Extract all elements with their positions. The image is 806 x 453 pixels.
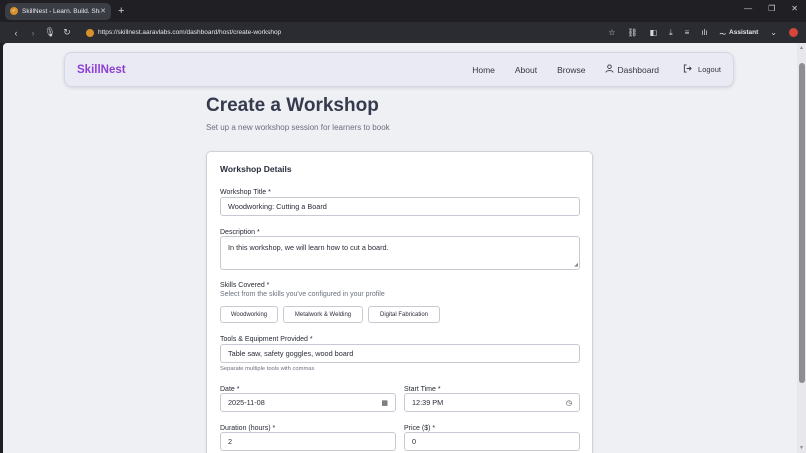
description-label: Description * xyxy=(220,229,260,236)
download-icon[interactable]: ⤓ xyxy=(669,28,673,38)
page-viewport: SkillNest Home About Browse Dashboard Lo… xyxy=(3,43,797,453)
new-tab-icon[interactable]: + xyxy=(118,5,124,17)
workshop-title-input[interactable]: Woodworking: Cutting a Board xyxy=(220,197,580,216)
start-time-input[interactable]: 12:39 PM ◷ xyxy=(404,393,580,412)
skill-chip-metalwork[interactable]: Metalwork & Welding xyxy=(283,306,363,323)
scroll-up-icon[interactable]: ▲ xyxy=(799,45,804,51)
tab-title: SkillNest - Learn. Build. Share. xyxy=(22,7,100,15)
section-title: Workshop Details xyxy=(220,164,292,174)
close-window-icon[interactable]: ✕ xyxy=(791,4,798,13)
assistant-label: Assistant xyxy=(729,29,759,36)
assistant-button[interactable]: 〜 Assistant xyxy=(720,28,759,38)
nav-home[interactable]: Home xyxy=(472,65,495,75)
workshop-title-label: Workshop Title * xyxy=(220,189,271,196)
minimize-icon[interactable]: — xyxy=(744,4,752,13)
tools-input[interactable]: Table saw, safety goggles, wood board xyxy=(220,344,580,363)
close-tab-icon[interactable]: ✕ xyxy=(100,7,106,15)
description-value: In this workshop, we will learn how to c… xyxy=(228,243,389,252)
calendar-icon[interactable]: ▦ xyxy=(381,399,388,407)
nav-dashboard[interactable]: Dashboard xyxy=(605,64,659,75)
scroll-down-icon[interactable]: ▼ xyxy=(799,445,804,451)
price-label: Price ($) * xyxy=(404,425,436,432)
user-icon xyxy=(605,64,615,75)
chevron-down-icon[interactable]: ⌄ xyxy=(770,28,777,37)
nav-browse[interactable]: Browse xyxy=(557,65,585,75)
assistant-icon: 〜 xyxy=(719,30,727,38)
restore-icon[interactable]: ❐ xyxy=(768,4,775,13)
logout-label: Logout xyxy=(698,65,721,74)
clock-icon[interactable]: ◷ xyxy=(566,399,572,407)
skills-label: Skills Covered * xyxy=(220,282,270,289)
forward-icon[interactable]: › xyxy=(25,28,41,38)
page-subtitle: Set up a new workshop session for learne… xyxy=(206,123,390,132)
site-navbar: SkillNest Home About Browse Dashboard Lo… xyxy=(64,52,734,87)
back-icon[interactable]: ‹ xyxy=(8,28,24,38)
start-time-value: 12:39 PM xyxy=(412,398,444,407)
logout-icon xyxy=(683,64,692,75)
price-value: 0 xyxy=(412,437,417,446)
date-label: Date * xyxy=(220,386,240,393)
nav-dashboard-label: Dashboard xyxy=(617,64,660,75)
date-value: 2025-11-08 xyxy=(228,398,265,407)
url-text: https://skillnest.aaravlabs.com/dashboar… xyxy=(98,29,282,36)
reload-icon[interactable]: ↻ xyxy=(59,27,75,38)
microphone-icon[interactable]: 🎙︎ xyxy=(42,27,58,38)
tools-label: Tools & Equipment Provided * xyxy=(220,336,313,343)
page-title: Create a Workshop xyxy=(206,95,379,116)
audio-icon[interactable]: ılı xyxy=(701,28,707,37)
browser-tab[interactable]: ✓ SkillNest - Learn. Build. Share. ✕ xyxy=(5,2,111,20)
duration-input[interactable]: 2 xyxy=(220,432,396,451)
browser-toolbar: ‹ › 🎙︎ ↻ https://skillnest.aaravlabs.com… xyxy=(0,22,806,43)
address-bar[interactable]: https://skillnest.aaravlabs.com/dashboar… xyxy=(86,25,606,40)
nav-links: Home About Browse Dashboard Logout xyxy=(472,64,721,75)
extensions-icon[interactable]: ◧ xyxy=(650,28,658,37)
price-input[interactable]: 0 xyxy=(404,432,580,451)
start-time-label: Start Time * xyxy=(404,386,441,393)
profile-icon[interactable] xyxy=(789,28,798,37)
skill-chip-digital-fabrication[interactable]: Digital Fabrication xyxy=(368,306,440,323)
duration-label: Duration (hours) * xyxy=(220,425,276,432)
window-controls: — ❐ ✕ xyxy=(744,4,798,13)
logout-button[interactable]: Logout xyxy=(683,64,721,75)
page-scrollbar[interactable]: ▲ ▼ xyxy=(797,43,806,453)
workshop-title-value: Woodworking: Cutting a Board xyxy=(228,202,327,211)
browser-tab-bar: ✓ SkillNest - Learn. Build. Share. ✕ + —… xyxy=(0,0,806,22)
workshop-details-card: Workshop Details Workshop Title * Woodwo… xyxy=(206,151,593,453)
reader-mode-icon[interactable]: ≡ xyxy=(685,28,690,37)
bookmark-star-icon[interactable]: ☆ xyxy=(608,28,615,37)
date-input[interactable]: 2025-11-08 ▦ xyxy=(220,393,396,412)
tools-value: Table saw, safety goggles, wood board xyxy=(228,349,354,358)
link-icon[interactable]: ⛓︎ xyxy=(627,28,637,37)
scrollbar-thumb[interactable] xyxy=(798,63,805,383)
skill-chip-woodworking[interactable]: Woodworking xyxy=(220,306,278,323)
skills-hint: Select from the skills you've configured… xyxy=(220,291,385,298)
site-favicon-icon xyxy=(86,28,94,37)
tools-hint: Separate multiple tools with commas xyxy=(220,366,315,372)
site-favicon-icon: ✓ xyxy=(10,7,18,15)
duration-value: 2 xyxy=(228,437,233,446)
nav-about[interactable]: About xyxy=(515,65,537,75)
resize-handle-icon[interactable]: ◢ xyxy=(574,262,578,268)
site-logo[interactable]: SkillNest xyxy=(77,64,126,76)
description-textarea[interactable]: In this workshop, we will learn how to c… xyxy=(220,236,580,270)
toolbar-actions: ☆ ⛓︎ ◧ ⤓ ≡ ılı 〜 Assistant ⌄ xyxy=(608,28,798,38)
